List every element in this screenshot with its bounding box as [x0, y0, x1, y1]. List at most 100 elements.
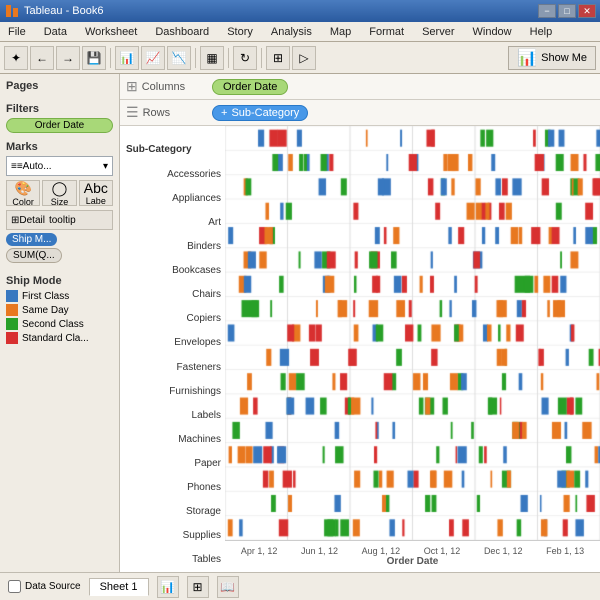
x-tick-5: Feb 1, 13: [546, 546, 584, 556]
row-label-5: Chairs: [124, 285, 225, 305]
menu-data[interactable]: Data: [40, 25, 71, 39]
menu-story[interactable]: Story: [223, 25, 257, 39]
subcategory-header: Sub-Category: [124, 144, 225, 160]
menu-window[interactable]: Window: [469, 25, 516, 39]
row-label-2: Art: [124, 212, 225, 232]
toolbar-refresh[interactable]: ↻: [233, 46, 257, 70]
columns-shelf: ⊞ Columns Order Date: [120, 74, 600, 100]
marks-size-btn[interactable]: ◯ Size: [42, 180, 76, 206]
datasource-checkbox[interactable]: [8, 580, 21, 593]
menu-analysis[interactable]: Analysis: [267, 25, 316, 39]
marks-tooltip-label: tooltip: [49, 215, 76, 226]
marks-dropdown-label: Auto...: [23, 161, 52, 172]
toolbar: ✦ ← → 💾 📊 📈 📉 ▦ ↻ ⊞ ▷ 📊 Show Me: [0, 42, 600, 74]
columns-orderdate-pill[interactable]: Order Date: [212, 79, 288, 95]
menu-bar: File Data Worksheet Dashboard Story Analysis M…: [0, 22, 600, 42]
new-story-btn[interactable]: 📖: [217, 576, 239, 598]
legend-same-day: Same Day: [6, 304, 113, 316]
show-me-button[interactable]: 📊 Show Me: [508, 46, 596, 70]
sum-quantity-pill[interactable]: SUM(Q...: [6, 248, 62, 263]
filters-section: Filters Order Date: [6, 103, 113, 133]
rows-subcategory-pill[interactable]: + Sub-Category: [212, 105, 308, 121]
toolbar-bar[interactable]: ▦: [200, 46, 224, 70]
marks-label-btn[interactable]: Abc Labe: [79, 180, 113, 206]
row-label-1: Appliances: [124, 188, 225, 208]
toolbar-new[interactable]: ✦: [4, 46, 28, 70]
row-label-4: Bookcases: [124, 261, 225, 281]
window-title: Tableau - Book6: [24, 5, 538, 17]
standard-class-color: [6, 332, 18, 344]
gantt-chart[interactable]: [225, 126, 600, 540]
datasource-label: Data Source: [25, 581, 81, 592]
toolbar-play[interactable]: ▷: [292, 46, 316, 70]
marks-detail-label: Detail: [19, 215, 45, 226]
marks-dropdown-arrow: ▾: [103, 161, 108, 172]
toolbar-sep1: [110, 48, 111, 68]
show-me-icon: 📊: [517, 48, 537, 68]
close-button[interactable]: ✕: [578, 4, 596, 18]
toolbar-save[interactable]: 💾: [82, 46, 106, 70]
row-label-12: Paper: [124, 453, 225, 473]
toolbar-chart1[interactable]: 📈: [141, 46, 165, 70]
columns-label: ⊞ Columns: [126, 78, 206, 95]
status-bar: Data Source Sheet 1 📊 ⊞ 📖: [0, 572, 600, 600]
menu-server[interactable]: Server: [418, 25, 458, 39]
ship-mode-pill[interactable]: Ship M...: [6, 233, 57, 246]
title-bar: Tableau - Book6 − □ ✕: [0, 0, 600, 22]
new-dashboard-btn[interactable]: ⊞: [187, 576, 209, 598]
sidebar: Pages Filters Order Date Marks ≡≡ Auto..…: [0, 74, 120, 572]
second-class-label: Second Class: [22, 319, 84, 330]
row-label-6: Copiers: [124, 309, 225, 329]
row-label-11: Machines: [124, 429, 225, 449]
marks-color-label: Color: [12, 197, 34, 207]
chart-area: Apr 1, 12 Jun 1, 12 Aug 1, 12 Oct 1, 12 …: [225, 126, 600, 572]
ship-mode-section: Ship Mode First Class Same Day Second Cl…: [6, 275, 113, 346]
toolbar-sep2: [195, 48, 196, 68]
marks-section: Marks ≡≡ Auto... ▾ 🎨 Color ◯ Size Abc La…: [6, 141, 113, 263]
rows-shelf: ☰ Rows + Sub-Category: [120, 100, 600, 126]
datasource-check: Data Source: [8, 580, 81, 593]
row-label-3: Binders: [124, 236, 225, 256]
menu-format[interactable]: Format: [365, 25, 408, 39]
toolbar-sep3: [228, 48, 229, 68]
marks-detail-btn[interactable]: ⊞ Detail tooltip: [6, 210, 113, 230]
marks-type-dropdown[interactable]: ≡≡ Auto... ▾: [6, 156, 113, 176]
menu-file[interactable]: File: [4, 25, 30, 39]
x-tick-4: Dec 1, 12: [484, 546, 523, 556]
toolbar-back[interactable]: ←: [30, 46, 54, 70]
rows-pill-label: Sub-Category: [231, 107, 299, 119]
row-labels: Sub-Category Accessories Appliances Art …: [120, 126, 225, 572]
filter-orderdate[interactable]: Order Date: [6, 118, 113, 133]
toolbar-forward[interactable]: →: [56, 46, 80, 70]
menu-map[interactable]: Map: [326, 25, 355, 39]
menu-worksheet[interactable]: Worksheet: [81, 25, 141, 39]
gantt-canvas: [225, 126, 600, 540]
minimize-button[interactable]: −: [538, 4, 556, 18]
marks-color-btn[interactable]: 🎨 Color: [6, 180, 40, 206]
row-label-0: Accessories: [124, 164, 225, 184]
marks-dropdown-icon: ≡≡: [11, 161, 23, 172]
pages-section: Pages: [6, 80, 113, 95]
maximize-button[interactable]: □: [558, 4, 576, 18]
menu-help[interactable]: Help: [526, 25, 557, 39]
toolbar-chart2[interactable]: 📉: [167, 46, 191, 70]
detail-icon: ⊞: [11, 215, 19, 226]
rows-text: Rows: [143, 107, 171, 119]
label-icon: Abc: [84, 180, 108, 196]
marks-grid: 🎨 Color ◯ Size Abc Labe: [6, 180, 113, 206]
app-icon: [4, 3, 20, 19]
color-icon: 🎨: [14, 180, 31, 197]
marks-size-label: Size: [51, 197, 69, 207]
pages-title: Pages: [6, 80, 113, 92]
same-day-color: [6, 304, 18, 316]
columns-icon: ⊞: [126, 78, 138, 95]
window-controls: − □ ✕: [538, 4, 596, 18]
row-label-13: Phones: [124, 478, 225, 498]
sheet1-tab[interactable]: Sheet 1: [89, 578, 149, 596]
toolbar-filter[interactable]: ⊞: [266, 46, 290, 70]
main-area: Pages Filters Order Date Marks ≡≡ Auto..…: [0, 74, 600, 572]
menu-dashboard[interactable]: Dashboard: [151, 25, 213, 39]
new-sheet-btn[interactable]: 📊: [157, 576, 179, 598]
toolbar-data[interactable]: 📊: [115, 46, 139, 70]
size-icon: ◯: [52, 180, 68, 197]
